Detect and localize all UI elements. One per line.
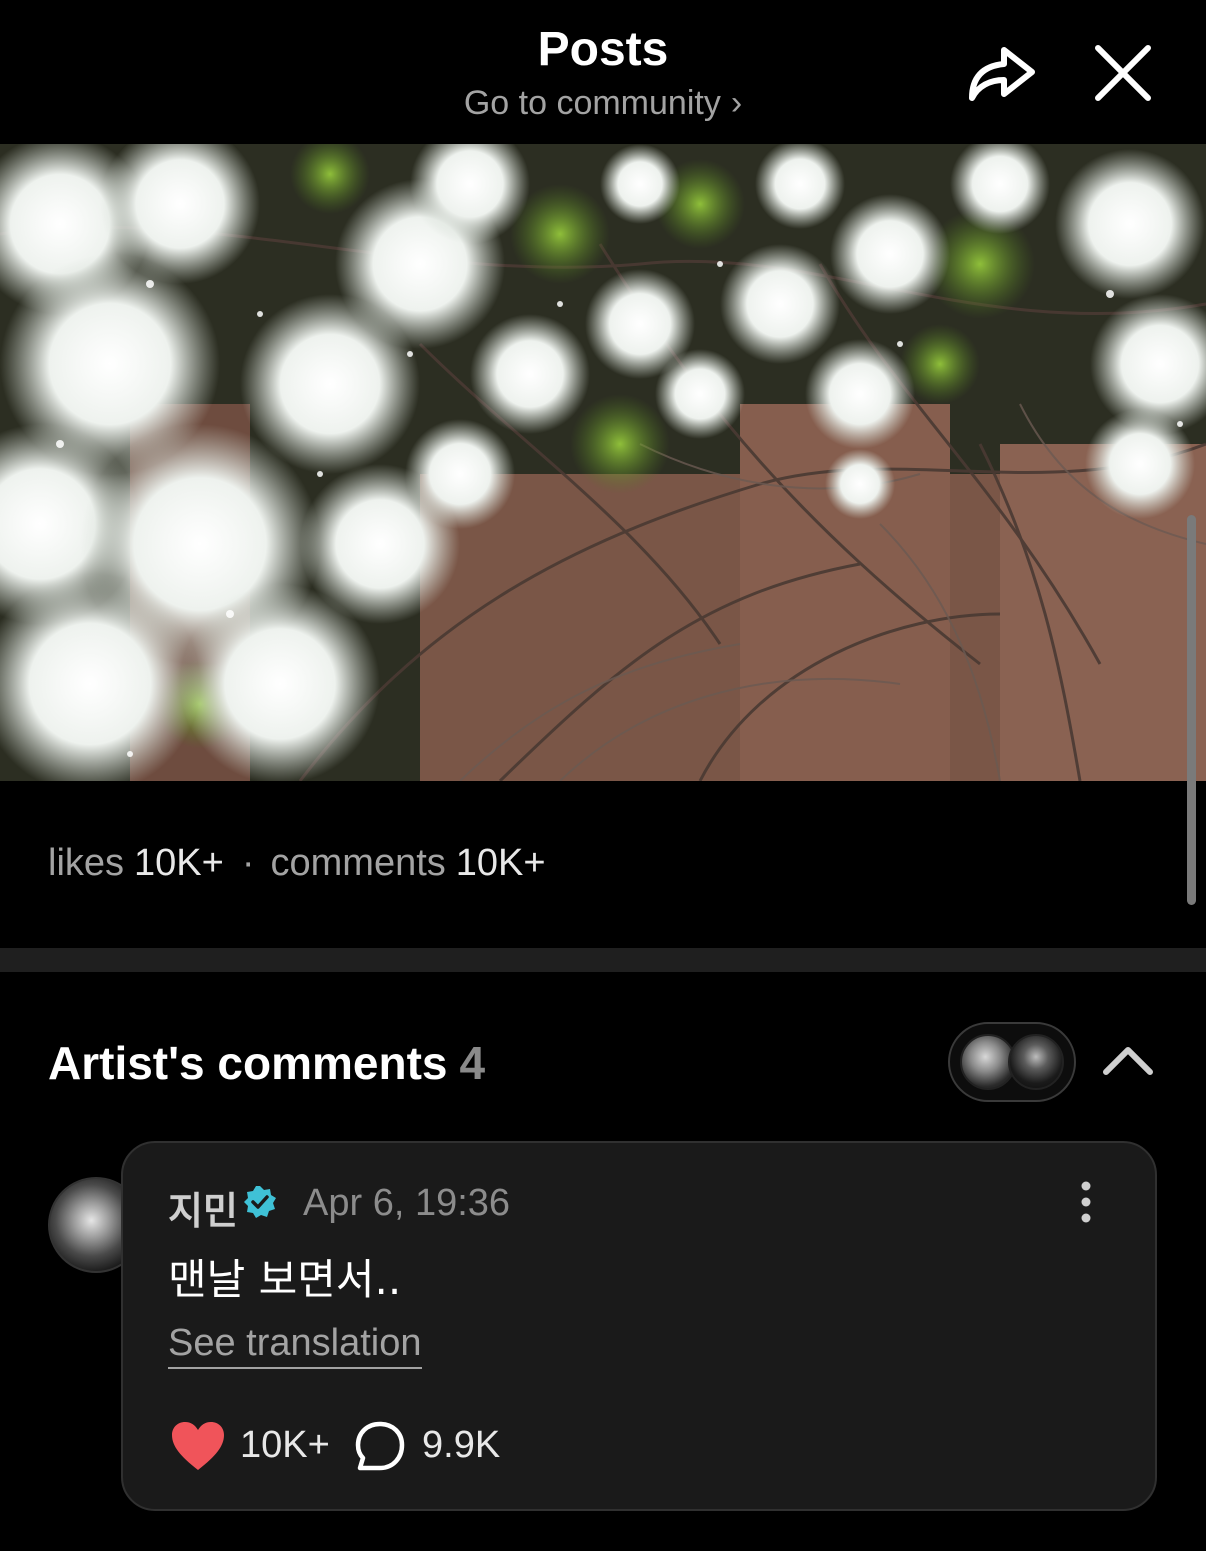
close-icon	[1095, 45, 1151, 101]
verified-icon	[244, 1186, 276, 1218]
likes-count: 10K+	[134, 842, 224, 884]
comment-bubble-icon[interactable]	[354, 1420, 406, 1472]
post-photo[interactable]	[0, 144, 1206, 781]
see-translation-link[interactable]: See translation	[168, 1322, 422, 1369]
stats-separator: ·	[241, 842, 255, 884]
artist-avatars-filter[interactable]	[948, 1022, 1076, 1102]
share-button[interactable]	[966, 40, 1038, 106]
comment-timestamp: Apr 6, 19:36	[303, 1182, 511, 1224]
share-icon	[969, 47, 1035, 101]
post-stats: likes 10K+ · comments 10K+	[48, 842, 546, 885]
comment-reply-count: 9.9K	[422, 1424, 501, 1466]
heart-icon[interactable]	[170, 1420, 226, 1472]
comment-like-count: 10K+	[240, 1424, 330, 1466]
comments-count: 10K+	[455, 842, 546, 884]
comment-text: 맨날 보면서..	[168, 1255, 402, 1304]
comments-label: comments	[270, 842, 446, 884]
artist-comments-count: 4	[459, 1037, 486, 1089]
top-bar: Posts Go to community ›	[0, 0, 1206, 144]
chevron-up-icon	[1103, 1047, 1153, 1075]
section-divider	[0, 948, 1206, 972]
artist-avatar	[1008, 1034, 1064, 1090]
artist-comments-label: Artist's comments	[48, 1037, 448, 1089]
comment-author-name[interactable]: 지민	[168, 1180, 238, 1235]
close-button[interactable]	[1090, 40, 1156, 106]
scrollbar[interactable]	[1187, 515, 1196, 905]
collapse-button[interactable]	[1102, 1040, 1154, 1080]
community-link-label: Go to community	[463, 84, 721, 122]
likes-label: likes	[48, 842, 125, 884]
artist-comments-title: Artist's comments 4	[48, 1036, 485, 1090]
blossom-photo-illustration	[0, 144, 1206, 781]
more-vertical-icon[interactable]	[1068, 1180, 1104, 1224]
chevron-right-icon: ›	[730, 84, 743, 122]
